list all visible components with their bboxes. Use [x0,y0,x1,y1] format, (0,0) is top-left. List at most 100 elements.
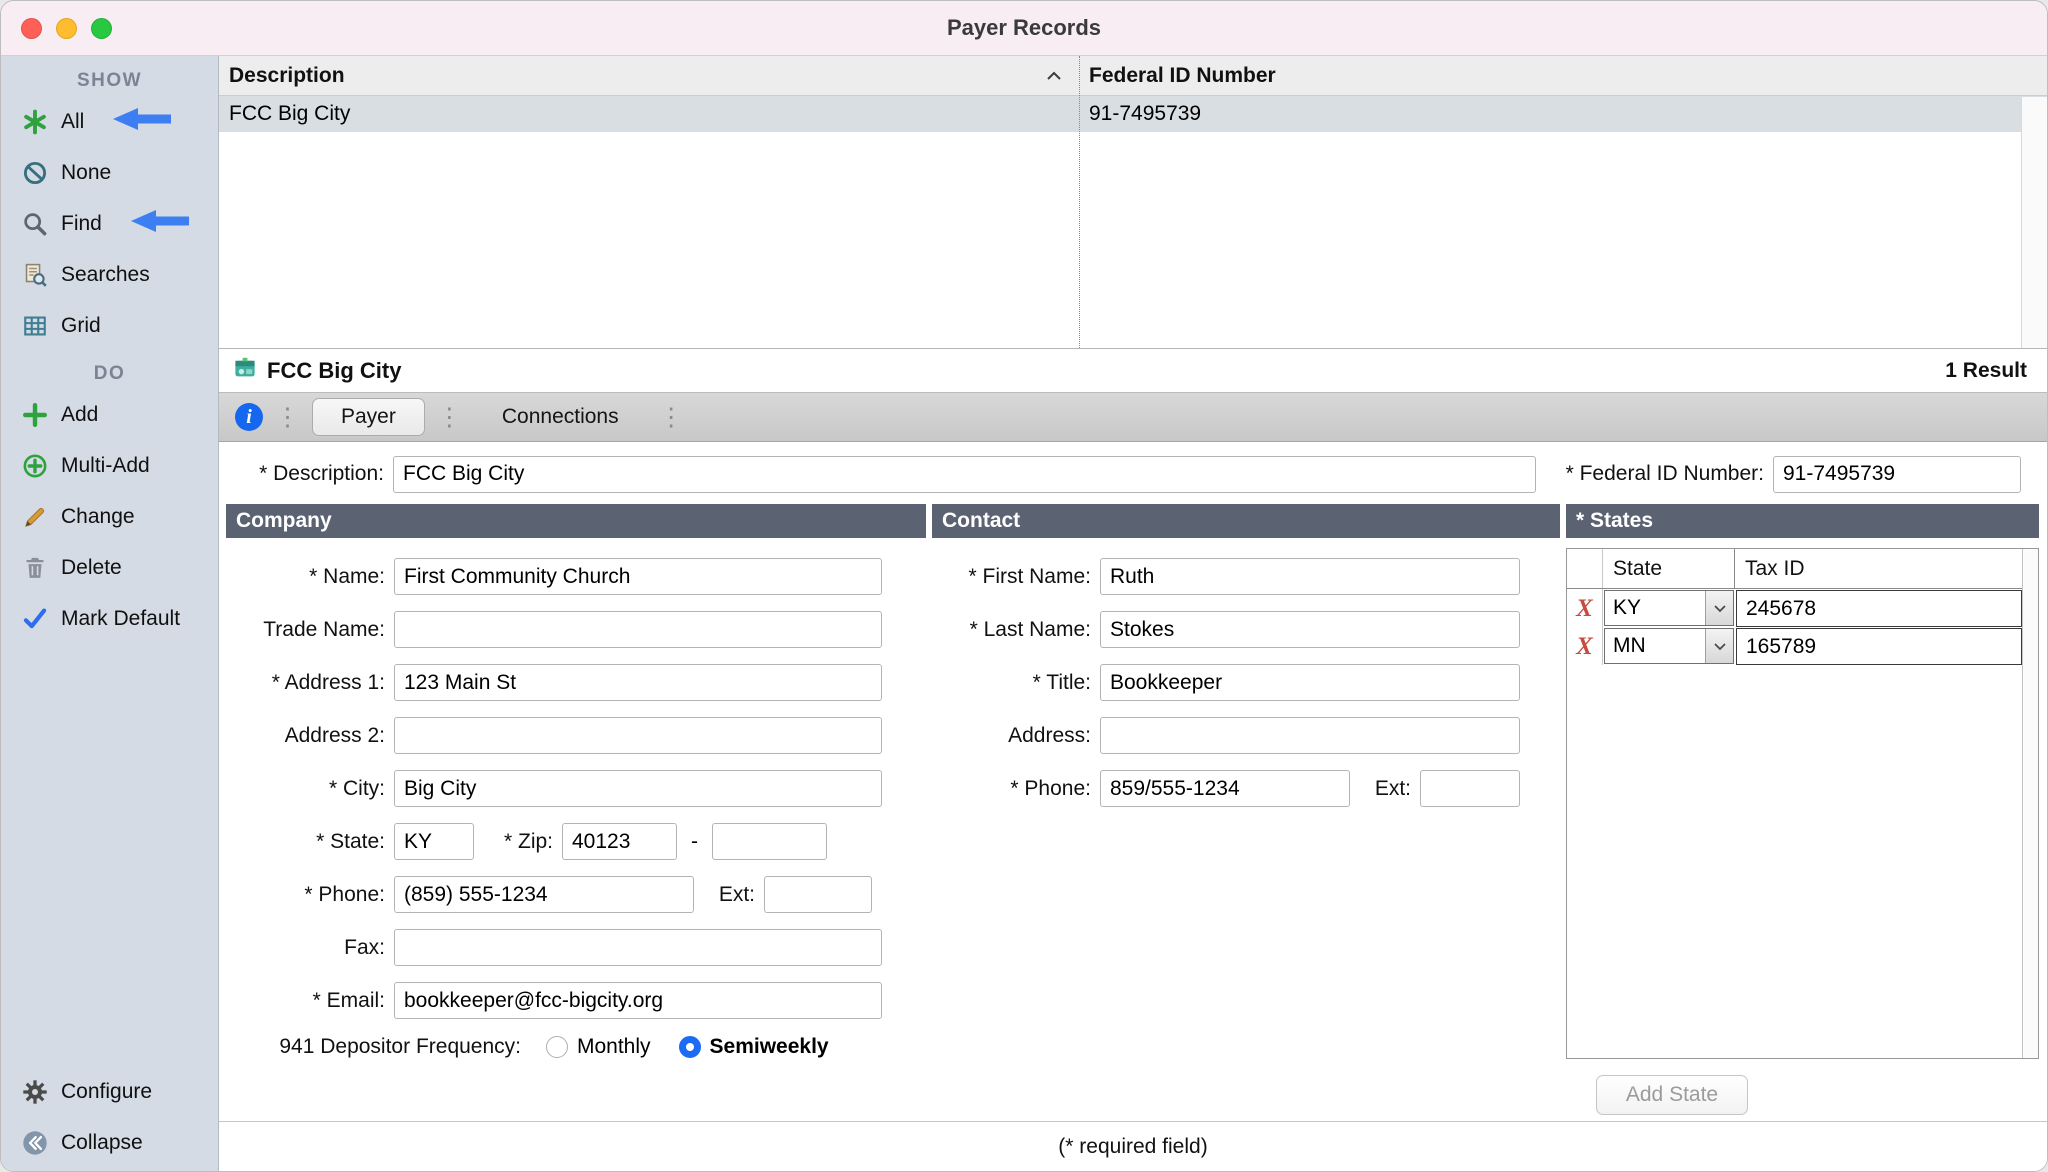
city-input[interactable] [394,770,882,807]
sidebar-item-label: Delete [61,556,122,580]
sidebar-item-grid[interactable]: Grid [1,300,218,351]
sidebar-item-label: Searches [61,263,150,287]
sidebar-item-collapse[interactable]: Collapse [1,1117,218,1168]
annotation-arrow-icon [111,106,173,138]
email-input[interactable] [394,982,882,1019]
table-scrollbar[interactable] [2021,97,2047,348]
sidebar-item-configure[interactable]: Configure [1,1066,218,1117]
sidebar-item-label: Change [61,505,135,529]
states-scrollbar[interactable] [2022,549,2038,1058]
trade-name-input[interactable] [394,611,882,648]
column-divider [1079,56,1080,348]
address2-input[interactable] [394,717,882,754]
saved-searches-icon [21,261,48,288]
tab-connections[interactable]: Connections [474,398,647,436]
trade-name-label: Trade Name: [226,618,394,642]
trash-icon [21,554,48,581]
fax-input[interactable] [394,929,882,966]
gear-icon [21,1078,48,1105]
sidebar-item-none[interactable]: None [1,147,218,198]
drag-handle-icon[interactable]: ⋮ [434,405,465,430]
app-window: Payer Records SHOW All None [0,0,2048,1172]
table-row[interactable]: FCC Big City 91-7495739 [219,96,2047,132]
tax-id-cell[interactable]: 245678 [1736,590,2022,627]
description-label: * Description: [219,462,393,486]
description-input[interactable] [393,456,1536,493]
payer-icon [233,356,257,386]
drag-handle-icon[interactable]: ⋮ [656,405,687,430]
circle-plus-icon [21,452,48,479]
sidebar-item-mark-default[interactable]: Mark Default [1,593,218,644]
checkmark-icon [21,605,48,632]
company-ext-input[interactable] [764,876,872,913]
table-row-empty[interactable] [219,132,2047,168]
contact-address-label: Address: [932,724,1100,748]
chevron-down-icon[interactable] [1705,591,1733,625]
state-dropdown[interactable]: MN [1604,628,1734,664]
sidebar-item-searches[interactable]: Searches [1,249,218,300]
tab-bar: i ⋮ Payer ⋮ Connections ⋮ [219,392,2047,442]
delete-state-button[interactable]: X [1567,627,1603,665]
contact-title-input[interactable] [1100,664,1520,701]
address1-label: * Address 1: [226,671,394,695]
table-row-empty[interactable] [219,204,2047,240]
contact-ext-input[interactable] [1420,770,1520,807]
contact-address-input[interactable] [1100,717,1520,754]
states-table-header: State Tax ID [1567,549,2038,589]
last-name-input[interactable] [1100,611,1520,648]
zoom-window-button[interactable] [91,18,112,39]
email-label: * Email: [226,989,394,1013]
states-section: * States State Tax ID X [1566,504,2039,1115]
payer-form: * Description: * Federal ID Number: Comp… [219,442,2047,1121]
column-header-description[interactable]: Description [219,56,1079,95]
sidebar-item-add[interactable]: Add [1,389,218,440]
federal-id-input[interactable] [1773,456,2021,493]
table-row-empty[interactable] [219,276,2047,312]
zip-plus4-input[interactable] [712,823,827,860]
none-circle-slash-icon [21,159,48,186]
zip-input[interactable] [562,823,677,860]
sidebar-item-label: Find [61,212,102,236]
tax-id-cell[interactable]: 165789 [1736,628,2022,665]
state-dropdown-value: KY [1605,591,1705,625]
contact-phone-input[interactable] [1100,770,1350,807]
radio-monthly-label: Monthly [577,1035,651,1059]
chevron-down-icon[interactable] [1705,629,1733,663]
first-name-input[interactable] [1100,558,1520,595]
company-name-input[interactable] [394,558,882,595]
radio-monthly[interactable]: Monthly [546,1035,651,1059]
sidebar-item-multi-add[interactable]: Multi-Add [1,440,218,491]
info-icon[interactable]: i [235,403,263,431]
table-row-empty[interactable] [219,240,2047,276]
tab-payer[interactable]: Payer [312,398,425,436]
drag-handle-icon[interactable]: ⋮ [272,405,303,430]
close-window-button[interactable] [21,18,42,39]
payer-records-table: Description Federal ID Number FCC Big Ci… [219,56,2047,349]
sidebar-item-delete[interactable]: Delete [1,542,218,593]
company-section-header: Company [226,504,926,538]
state-dropdown[interactable]: KY [1604,590,1734,626]
radio-button-checked-icon [679,1036,701,1058]
table-row-empty[interactable] [219,168,2047,204]
last-name-label: * Last Name: [932,618,1100,642]
sidebar-item-label: Multi-Add [61,454,150,478]
radio-semiweekly[interactable]: Semiweekly [679,1035,829,1059]
company-name-label: * Name: [226,565,394,589]
table-row-empty[interactable] [219,312,2047,348]
add-state-button[interactable]: Add State [1596,1075,1748,1115]
address1-input[interactable] [394,664,882,701]
sidebar-item-label: Mark Default [61,607,180,631]
minimize-window-button[interactable] [56,18,77,39]
city-label: * City: [226,777,394,801]
sidebar-item-all[interactable]: All [1,96,218,147]
states-delete-column-header [1567,549,1603,588]
state-input[interactable] [394,823,474,860]
sidebar-item-change[interactable]: Change [1,491,218,542]
column-header-federal-id[interactable]: Federal ID Number [1079,64,2047,88]
company-phone-input[interactable] [394,876,694,913]
sidebar-do-header: DO [1,359,218,389]
sidebar-item-find[interactable]: Find [1,198,218,249]
window-title: Payer Records [947,15,1101,41]
delete-state-button[interactable]: X [1567,589,1603,627]
company-section: Company * Name: Trade Name: * Address 1: [226,504,926,1059]
